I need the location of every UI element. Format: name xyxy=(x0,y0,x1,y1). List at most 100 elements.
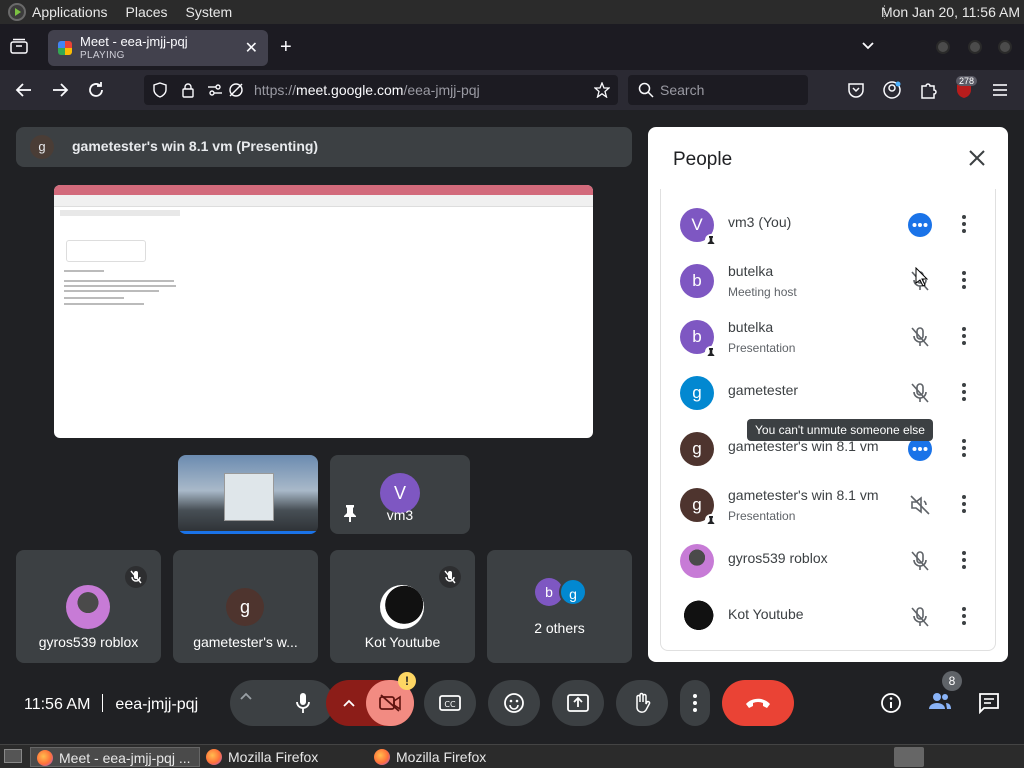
participant-row[interactable]: Kot Youtube xyxy=(661,588,997,644)
window-close-button[interactable] xyxy=(998,40,1012,54)
mic-off-icon[interactable] xyxy=(907,324,933,350)
browser-tab-meet[interactable]: Meet - eea-jmjj-pqj PLAYING ✕ xyxy=(48,30,268,66)
tile-avatar: g xyxy=(559,578,587,606)
more-options-button[interactable] xyxy=(680,680,710,726)
camera-control-group: ! xyxy=(326,672,416,726)
people-icon xyxy=(929,693,951,709)
people-button[interactable]: 8 xyxy=(922,671,962,722)
camera-warning-badge: ! xyxy=(398,672,416,690)
system-clock[interactable]: Mon Jan 20, 11:56 AM xyxy=(881,4,1020,20)
distro-logo-icon[interactable] xyxy=(8,3,26,21)
speaker-off-icon[interactable] xyxy=(907,492,933,518)
menu-places[interactable]: Places xyxy=(126,4,168,20)
shared-screen-toolbar xyxy=(54,195,593,207)
reactions-button[interactable] xyxy=(488,680,540,726)
extensions-puzzle-icon[interactable] xyxy=(918,80,938,100)
close-icon[interactable] xyxy=(968,149,986,167)
people-panel: People Vvm3 (You) b butelka Meeting host b bu… xyxy=(648,127,1008,662)
leave-call-button[interactable] xyxy=(722,680,794,726)
more-vertical-icon[interactable] xyxy=(961,270,967,290)
chevron-down-icon[interactable] xyxy=(860,38,876,54)
url-text[interactable]: https://meet.google.com/eea-jmjj-pqj xyxy=(254,82,480,98)
participant-tile-gametester[interactable]: g gametester's w... xyxy=(173,550,318,663)
show-desktop-icon[interactable] xyxy=(4,749,22,763)
permissions-icon[interactable] xyxy=(206,82,224,98)
shared-screen-titlebar xyxy=(54,185,593,195)
workspace-switcher[interactable] xyxy=(894,747,924,767)
reload-icon[interactable] xyxy=(86,80,106,100)
more-vertical-icon[interactable] xyxy=(961,326,967,346)
camera-options-chevron-icon[interactable] xyxy=(342,696,356,710)
more-vertical-icon[interactable] xyxy=(961,606,967,626)
taskbar-item-meet[interactable]: Meet - eea-jmjj-pqj ... xyxy=(30,747,200,767)
tile-avatar-image xyxy=(66,585,110,629)
participant-tile-gyros539[interactable]: gyros539 roblox xyxy=(16,550,161,663)
list-all-tabs-icon[interactable] xyxy=(10,38,28,54)
search-bar[interactable]: Search xyxy=(628,75,808,105)
hamburger-menu-icon[interactable] xyxy=(990,80,1010,100)
browser-tab-bar: Meet - eea-jmjj-pqj PLAYING ✕ + xyxy=(0,24,1024,70)
camera-blocked-icon[interactable] xyxy=(228,82,244,98)
new-tab-plus-icon[interactable]: + xyxy=(280,36,292,59)
back-arrow-icon[interactable] xyxy=(14,80,34,100)
raise-hand-button[interactable] xyxy=(616,680,668,726)
shared-screen-content xyxy=(60,210,180,216)
taskbar-item-firefox-2[interactable]: Mozilla Firefox xyxy=(368,747,533,767)
participant-tile-kot-youtube[interactable]: Kot Youtube xyxy=(330,550,475,663)
tooltip: You can't unmute someone else xyxy=(747,419,933,441)
participant-name: vm3 (You) xyxy=(728,214,792,230)
lock-icon[interactable] xyxy=(180,82,196,98)
more-vertical-icon[interactable] xyxy=(961,438,967,458)
participant-row[interactable]: Vvm3 (You) xyxy=(661,196,997,252)
captions-button[interactable]: CC xyxy=(424,680,476,726)
presenting-icon xyxy=(705,346,717,358)
tile-name: gyros539 roblox xyxy=(38,634,139,650)
more-vertical-icon[interactable] xyxy=(961,550,967,570)
mic-off-icon xyxy=(439,566,461,588)
participant-avatar: g xyxy=(680,376,714,410)
bookmark-star-icon[interactable] xyxy=(594,82,610,98)
forward-arrow-icon[interactable] xyxy=(50,80,70,100)
meeting-info-icon[interactable] xyxy=(880,692,902,714)
chat-icon[interactable] xyxy=(978,692,1000,714)
more-vertical-icon[interactable] xyxy=(961,214,967,234)
participant-row[interactable]: g gametester's win 8.1 vm Presentation xyxy=(661,476,997,532)
presenter-banner: g gametester's win 8.1 vm (Presenting) xyxy=(16,127,632,167)
pocket-icon[interactable] xyxy=(846,80,866,100)
tracking-shield-icon[interactable] xyxy=(152,82,168,98)
firefox-icon xyxy=(37,750,53,766)
participant-tile-vm3[interactable]: V vm3 xyxy=(330,455,470,534)
end-call-icon xyxy=(746,698,770,708)
screenshare-thumbnail-tile[interactable] xyxy=(178,455,318,534)
more-vertical-icon[interactable] xyxy=(961,494,967,514)
mic-off-icon[interactable] xyxy=(907,380,933,406)
participant-name: butelka xyxy=(728,263,774,279)
participant-row[interactable]: g gametester xyxy=(661,364,997,420)
speaking-indicator-icon[interactable] xyxy=(907,212,933,238)
thumbnail-window xyxy=(224,473,274,521)
mic-off-icon[interactable] xyxy=(907,548,933,574)
window-maximize-button[interactable] xyxy=(968,40,982,54)
tab-close-icon[interactable]: ✕ xyxy=(245,38,258,58)
menu-applications[interactable]: Applications xyxy=(32,4,108,20)
more-vertical-icon[interactable] xyxy=(961,382,967,402)
participant-name: gyros539 roblox xyxy=(728,550,828,566)
url-bar[interactable]: https://meet.google.com/eea-jmjj-pqj xyxy=(144,75,618,105)
participant-row[interactable]: b butelka Meeting host xyxy=(661,252,997,308)
audio-options-chevron-icon[interactable] xyxy=(239,689,253,703)
window-minimize-button[interactable] xyxy=(936,40,950,54)
account-icon[interactable] xyxy=(882,80,902,100)
participant-row[interactable]: gyros539 roblox xyxy=(661,532,997,588)
shared-screen-view[interactable] xyxy=(54,185,593,438)
mic-off-icon[interactable] xyxy=(907,604,933,630)
tile-avatar: g xyxy=(226,588,264,626)
menu-system[interactable]: System xyxy=(186,4,233,20)
present-screen-button[interactable] xyxy=(552,680,604,726)
microphone-button[interactable] xyxy=(272,680,334,726)
present-screen-icon xyxy=(567,694,589,712)
participant-tile-others[interactable]: b g 2 others xyxy=(487,550,632,663)
taskbar-item-firefox-1[interactable]: Mozilla Firefox xyxy=(200,747,365,767)
participant-row[interactable]: b butelka Presentation xyxy=(661,308,997,364)
meeting-code: eea-jmjj-pqj xyxy=(115,696,199,713)
meeting-time-code: 11:56 AM eea-jmjj-pqj xyxy=(24,694,198,714)
